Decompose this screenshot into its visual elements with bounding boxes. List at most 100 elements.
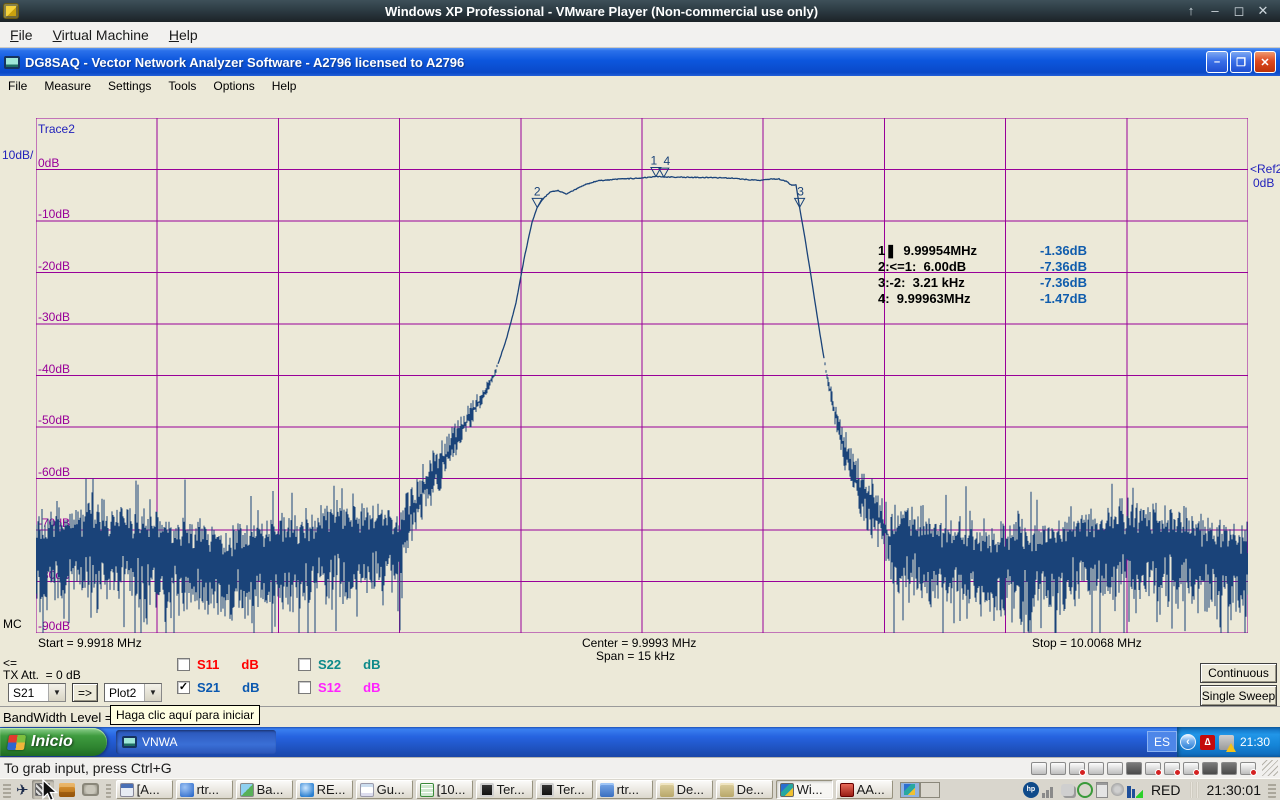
marker-frequency-value: 3:-2: 3.21 kHz xyxy=(878,275,1040,291)
host-task-gu[interactable]: Gu... xyxy=(356,780,413,799)
vm-device-floppy-icon[interactable] xyxy=(1069,762,1085,775)
vnwa-menu-measure[interactable]: Measure xyxy=(36,77,100,95)
host-task-label: Gu... xyxy=(377,782,405,797)
host-task-rtr[interactable]: rtr... xyxy=(176,780,233,799)
vmware-window-mini-icon xyxy=(904,784,915,795)
vm-device-message-log-icon[interactable] xyxy=(1240,762,1256,775)
stop-frequency-label: Stop = 10.0068 MHz xyxy=(1032,636,1142,650)
tray-stats-icon[interactable] xyxy=(1127,782,1143,798)
checkbox-label: S21 xyxy=(197,680,220,695)
checkbox-unit-label: dB xyxy=(363,680,380,695)
tray-disc-icon[interactable] xyxy=(1111,783,1124,796)
vmware-menu-virtual-machine[interactable]: Virtual Machine xyxy=(43,24,159,46)
tray-hp-icon[interactable]: hp xyxy=(1023,782,1039,798)
tray-signal-icon[interactable] xyxy=(1042,782,1058,798)
marker-readout-row: 3:-2: 3.21 kHz-7.36dB xyxy=(878,275,1087,291)
host-task-ba[interactable]: Ba... xyxy=(236,780,293,799)
spreadsheet-icon xyxy=(420,783,434,797)
y-tick-label: -30dB xyxy=(38,310,70,324)
dropdown-arrow-icon[interactable]: ▼ xyxy=(48,684,65,701)
s21-trace-plot: 2143 xyxy=(36,118,1248,633)
host-task-ter[interactable]: Ter... xyxy=(536,780,593,799)
close-button[interactable]: ✕ xyxy=(1254,51,1276,73)
vmware-tools-warning-icon[interactable] xyxy=(1219,735,1234,750)
trace-noise-floor xyxy=(36,362,1248,633)
tray-clipboard-icon[interactable] xyxy=(1096,782,1108,798)
dropdown-arrow-icon[interactable]: ▼ xyxy=(144,684,161,701)
vnwa-menu-options[interactable]: Options xyxy=(205,77,263,95)
host-task-de[interactable]: De... xyxy=(716,780,773,799)
app-swallow-icon: ✈ xyxy=(16,781,29,799)
host-task-re[interactable]: RE... xyxy=(296,780,353,799)
start-menu-button[interactable]: Inicio xyxy=(0,728,107,756)
vm-device-hard-disk-2-icon[interactable] xyxy=(1221,762,1237,775)
maximize-button[interactable]: ◻ xyxy=(1232,3,1246,19)
host-task-de[interactable]: De... xyxy=(656,780,713,799)
checkbox-s21-box[interactable]: ✓ xyxy=(177,681,190,694)
marker-4-triangle-icon xyxy=(659,168,669,177)
host-task-rtr[interactable]: rtr... xyxy=(596,780,653,799)
close-button[interactable]: ✕ xyxy=(1256,3,1270,19)
minimize-button[interactable]: – xyxy=(1208,3,1222,19)
vnwa-menu-help[interactable]: Help xyxy=(264,77,306,95)
sparam-select[interactable]: S21 ▼ xyxy=(8,683,66,702)
continuous-sweep-button[interactable]: Continuous xyxy=(1200,663,1277,683)
plot-select[interactable]: Plot2 ▼ xyxy=(104,683,162,702)
panel-grip-icon[interactable] xyxy=(3,782,11,798)
checkbox-s21: ✓S21dB xyxy=(177,680,259,695)
adobe-reader-tray-icon[interactable]: ∆ xyxy=(1200,735,1215,750)
vm-device-cd-rom-icon[interactable] xyxy=(1050,762,1066,775)
minimize-button[interactable]: – xyxy=(1206,51,1228,73)
xp-system-tray: ‹ ∆ 21:30 xyxy=(1177,727,1280,757)
vm-device-usb-icon[interactable] xyxy=(1183,762,1199,775)
host-task-label: Wi... xyxy=(797,782,823,797)
fullscreen-button[interactable]: ↑ xyxy=(1184,3,1198,19)
vm-device-hard-disk-icon[interactable] xyxy=(1202,762,1218,775)
workspace-1[interactable] xyxy=(900,782,920,798)
vnwa-menu-file[interactable]: File xyxy=(0,77,36,95)
tray-vpn-ring-icon[interactable] xyxy=(1077,782,1093,798)
start-frequency-label: Start = 9.9918 MHz xyxy=(38,636,142,650)
panel-grip-icon[interactable] xyxy=(1268,782,1276,798)
route-to-plot-button[interactable]: => xyxy=(72,683,98,702)
host-task-10[interactable]: [10... xyxy=(416,780,473,799)
checkbox-s12-box[interactable] xyxy=(298,681,311,694)
launcher-show-desktop[interactable] xyxy=(80,780,102,799)
y-tick-label: -40dB xyxy=(38,362,70,376)
vmware-menu-file[interactable]: File xyxy=(0,24,43,46)
vm-device-sound-icon[interactable] xyxy=(1126,762,1142,775)
vm-device-display-icon[interactable] xyxy=(1164,762,1180,775)
checkbox-label: S22 xyxy=(318,657,341,672)
vm-device-pointer-icon[interactable] xyxy=(1088,762,1104,775)
terminal-icon xyxy=(540,783,554,797)
vm-device-printer-icon[interactable] xyxy=(1107,762,1123,775)
workspace-2[interactable] xyxy=(920,782,940,798)
vnwa-menu-settings[interactable]: Settings xyxy=(100,77,160,95)
marker-3-triangle-icon xyxy=(795,198,805,207)
tray-chat-icon[interactable] xyxy=(1061,784,1074,796)
host-task-wi[interactable]: Wi... xyxy=(776,780,833,799)
workspace-pager[interactable] xyxy=(900,782,940,798)
vmware-menu-help[interactable]: Help xyxy=(159,24,208,46)
restore-button[interactable]: ❐ xyxy=(1230,51,1252,73)
tray-collapse-chevron-icon[interactable]: ‹ xyxy=(1180,734,1196,750)
vmware-titlebar: Windows XP Professional - VMware Player … xyxy=(0,0,1280,22)
windows-flag-icon xyxy=(7,735,26,750)
resize-grip-icon[interactable] xyxy=(1262,760,1278,776)
host-task-ter[interactable]: Ter... xyxy=(476,780,533,799)
checkbox-s22-box[interactable] xyxy=(298,658,311,671)
vnwa-menu-tools[interactable]: Tools xyxy=(160,77,205,95)
host-task-aa[interactable]: AA... xyxy=(836,780,893,799)
vm-device-memory-icon[interactable] xyxy=(1031,762,1047,775)
panel-grip-icon[interactable] xyxy=(106,782,111,798)
taskbar-task-vnwa[interactable]: VNWA xyxy=(116,730,276,754)
host-task-a[interactable]: [A... xyxy=(116,780,173,799)
vm-device-network-adapter-icon[interactable] xyxy=(1145,762,1161,775)
checkbox-unit-label: dB xyxy=(363,657,380,672)
plot-grid xyxy=(36,118,1248,633)
host-task-label: Ba... xyxy=(257,782,284,797)
single-sweep-button[interactable]: Single Sweep xyxy=(1200,685,1277,706)
language-indicator[interactable]: ES xyxy=(1147,731,1177,752)
scale-per-div-label: 10dB/ xyxy=(2,148,33,162)
checkbox-s11-box[interactable] xyxy=(177,658,190,671)
